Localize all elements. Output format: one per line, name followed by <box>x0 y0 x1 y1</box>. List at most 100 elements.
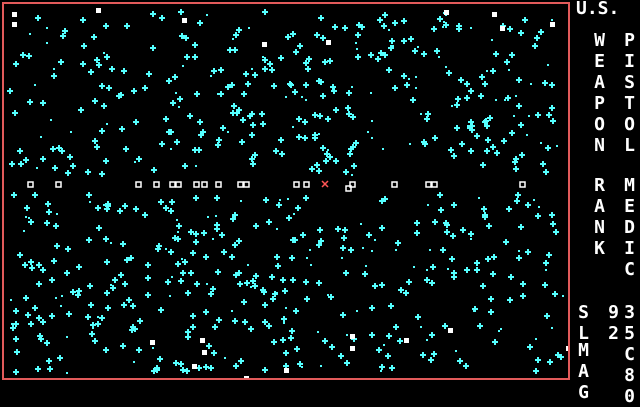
unit-marker[interactable] <box>350 334 355 339</box>
brush-dot <box>356 310 358 312</box>
tree-icon <box>28 219 34 225</box>
tree-icon <box>14 349 20 355</box>
tree-icon <box>286 215 292 221</box>
brush-dot <box>10 299 12 301</box>
unit-marker[interactable] <box>202 350 207 355</box>
tree-icon <box>99 315 105 321</box>
tree-icon <box>25 312 31 318</box>
brush-dot <box>106 123 108 125</box>
brush-dot <box>515 95 517 97</box>
tree-icon <box>238 358 244 364</box>
tree-icon <box>177 96 183 102</box>
tree-icon <box>516 255 522 261</box>
unit-marker[interactable] <box>448 328 453 333</box>
tree-icon <box>28 259 34 265</box>
tree-icon <box>302 135 308 141</box>
tree-icon <box>192 42 198 48</box>
tree-icon <box>88 69 94 75</box>
tree-icon <box>393 324 399 330</box>
tree-icon <box>163 116 169 122</box>
brush-dot <box>177 231 179 233</box>
tree-icon <box>546 252 552 258</box>
tree-icon <box>49 313 55 319</box>
tree-icon <box>431 26 437 32</box>
unit-marker[interactable] <box>566 346 568 351</box>
tree-icon <box>36 281 42 287</box>
brush-dot <box>134 161 136 163</box>
unit-marker[interactable] <box>96 8 101 13</box>
unit-marker[interactable] <box>284 368 289 373</box>
battlefield-map[interactable] <box>2 2 570 380</box>
tree-icon <box>477 323 483 329</box>
tree-icon <box>468 148 474 154</box>
tree-icon <box>550 221 556 227</box>
fence-post <box>201 181 208 188</box>
brush-dot <box>382 148 384 150</box>
tree-icon <box>267 61 273 67</box>
unit-marker[interactable] <box>182 18 187 23</box>
fence-post <box>391 181 398 188</box>
unit-marker[interactable] <box>326 40 331 45</box>
tree-icon <box>212 324 218 330</box>
unit-marker[interactable] <box>150 340 155 345</box>
tree-icon <box>52 165 58 171</box>
tree-icon <box>229 254 235 260</box>
tree-icon <box>250 122 256 128</box>
brush-dot <box>262 56 264 58</box>
tree-icon <box>58 59 64 65</box>
tree-icon <box>271 339 277 345</box>
unit-marker[interactable] <box>404 338 409 343</box>
brush-dot <box>495 99 497 101</box>
tree-icon <box>455 96 461 102</box>
tree-icon <box>275 263 281 269</box>
brush-dot <box>176 219 178 221</box>
tree-icon <box>305 66 311 72</box>
unit-marker[interactable] <box>350 346 355 351</box>
tree-icon <box>501 138 507 144</box>
tree-icon <box>157 356 163 362</box>
tree-icon <box>158 199 164 205</box>
unit-marker[interactable] <box>550 22 555 27</box>
player-cursor-icon[interactable] <box>321 180 329 188</box>
unit-marker[interactable] <box>200 338 205 343</box>
unit-marker[interactable] <box>444 10 449 15</box>
tree-icon <box>244 280 250 286</box>
tree-icon <box>12 110 18 116</box>
tree-icon <box>40 156 46 162</box>
brush-dot <box>301 366 303 368</box>
tree-icon <box>410 97 416 103</box>
fence-post <box>27 181 34 188</box>
tree-icon <box>185 290 191 296</box>
tree-icon <box>104 259 110 265</box>
tree-icon <box>444 229 450 235</box>
tree-icon <box>40 100 46 106</box>
unit-marker[interactable] <box>12 12 17 17</box>
tree-icon <box>142 212 148 218</box>
brush-dot <box>388 29 390 31</box>
tree-icon <box>303 279 309 285</box>
unit-marker[interactable] <box>12 22 17 27</box>
tree-icon <box>262 302 268 308</box>
tree-icon <box>159 141 165 147</box>
brush-dot <box>152 347 154 349</box>
tree-icon <box>449 256 455 262</box>
tree-icon <box>293 308 299 314</box>
tree-icon <box>32 305 38 311</box>
tree-icon <box>303 82 309 88</box>
tree-icon <box>103 347 109 353</box>
brush-dot <box>55 297 57 299</box>
unit-marker[interactable] <box>492 12 497 17</box>
tree-icon <box>434 48 440 54</box>
brush-dot <box>429 249 431 251</box>
unit-marker[interactable] <box>192 364 197 369</box>
unit-marker[interactable] <box>500 26 505 31</box>
tree-icon <box>94 144 100 150</box>
tree-icon <box>18 161 24 167</box>
unit-marker[interactable] <box>262 42 267 47</box>
tree-icon <box>252 72 258 78</box>
tree-icon <box>295 205 301 211</box>
tree-icon <box>13 369 19 375</box>
unit-marker[interactable] <box>244 376 249 378</box>
tree-icon <box>543 260 549 266</box>
tree-icon <box>101 103 107 109</box>
